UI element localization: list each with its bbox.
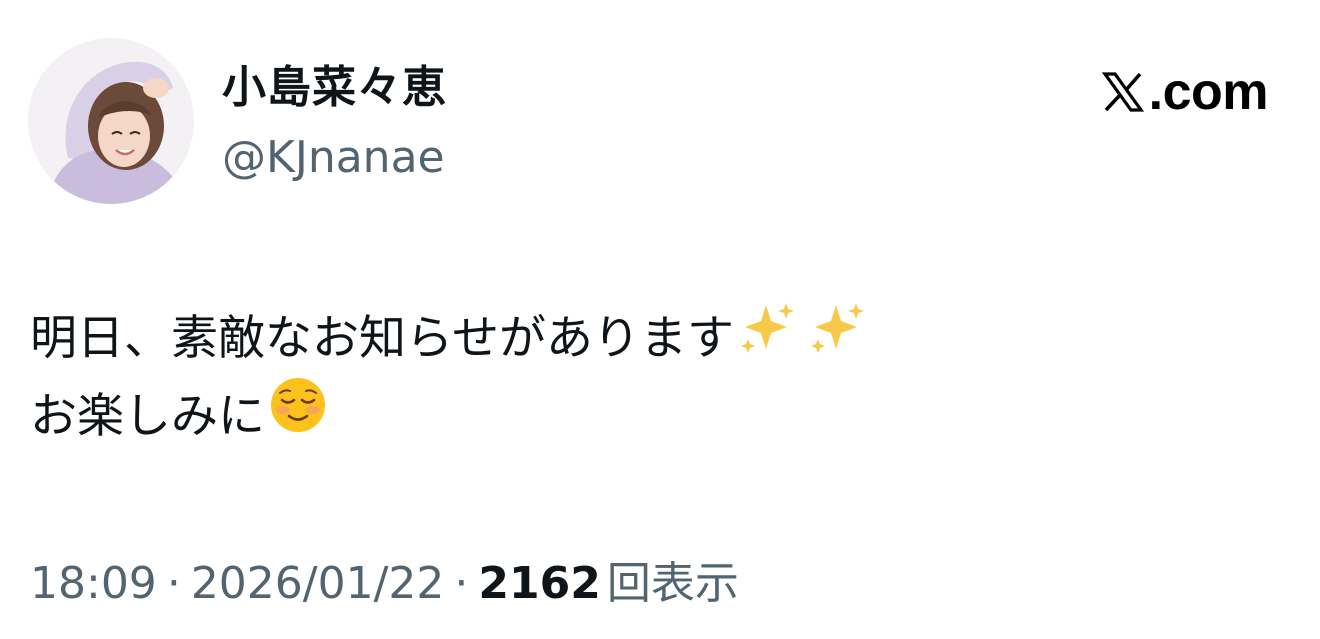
- tweet-line-1: 明日、素敵なお知らせがあります: [30, 300, 868, 378]
- tweet-time[interactable]: 18:09: [30, 552, 157, 616]
- author-avatar[interactable]: [28, 38, 194, 204]
- separator: ·: [454, 558, 469, 609]
- tweet-metadata: 18:09 · 2026/01/22 · 2162 回表示: [30, 552, 739, 616]
- profile-photo: [28, 38, 194, 204]
- sparkles-icon: [738, 297, 868, 381]
- tweet-line-2-text: お楽しみに: [30, 389, 265, 444]
- views-count[interactable]: 2162: [478, 552, 600, 616]
- separator: ·: [166, 558, 181, 609]
- brand-watermark: .com: [1101, 60, 1269, 124]
- tweet-line-2: お楽しみに: [30, 378, 868, 456]
- brand-label: .com: [1148, 63, 1269, 121]
- x-logo-icon: [1101, 72, 1144, 112]
- tweet-date[interactable]: 2026/01/22: [191, 552, 445, 616]
- views-label: 回表示: [606, 558, 739, 609]
- author-handle[interactable]: @KJnanae: [222, 128, 445, 188]
- tweet-card: 小島菜々恵 @KJnanae .com 明日、素敵なお知らせがあります お楽しみ…: [0, 0, 1320, 639]
- smiling-face-icon: [269, 376, 327, 458]
- author-display-name[interactable]: 小島菜々恵: [222, 58, 447, 118]
- tweet-text: 明日、素敵なお知らせがあります お楽しみに: [30, 300, 868, 456]
- tweet-line-1-text: 明日、素敵なお知らせがあります: [30, 311, 735, 366]
